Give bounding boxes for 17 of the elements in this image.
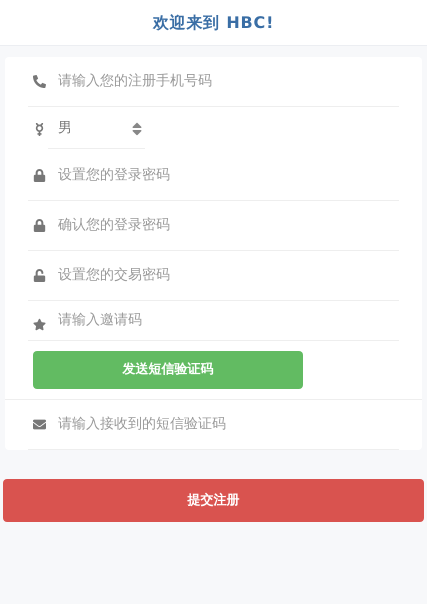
- phone-icon: [33, 75, 46, 88]
- page-title: 欢迎来到 HBC!: [152, 12, 274, 34]
- text-field[interactable]: 请输入邀请码: [58, 310, 399, 331]
- lock-icon: [33, 219, 46, 232]
- gender-select[interactable]: 男: [48, 109, 145, 149]
- submit-button[interactable]: 提交注册: [3, 479, 424, 522]
- text-field[interactable]: 请输入接收到的短信验证码: [58, 414, 399, 435]
- text-field[interactable]: 设置您的登录密码: [58, 165, 399, 186]
- gender-icon: [33, 122, 46, 136]
- star-icon: [33, 318, 46, 331]
- text-field[interactable]: 请输入您的注册手机号码: [58, 71, 399, 92]
- text-field[interactable]: 确认您的登录密码: [58, 215, 399, 236]
- text-field[interactable]: 设置您的交易密码: [58, 265, 399, 286]
- envelope-icon: [33, 418, 46, 431]
- lock-icon: [33, 169, 46, 182]
- unlocked-lock-icon: [33, 269, 46, 282]
- send-code-button[interactable]: 发送短信验证码: [33, 351, 303, 389]
